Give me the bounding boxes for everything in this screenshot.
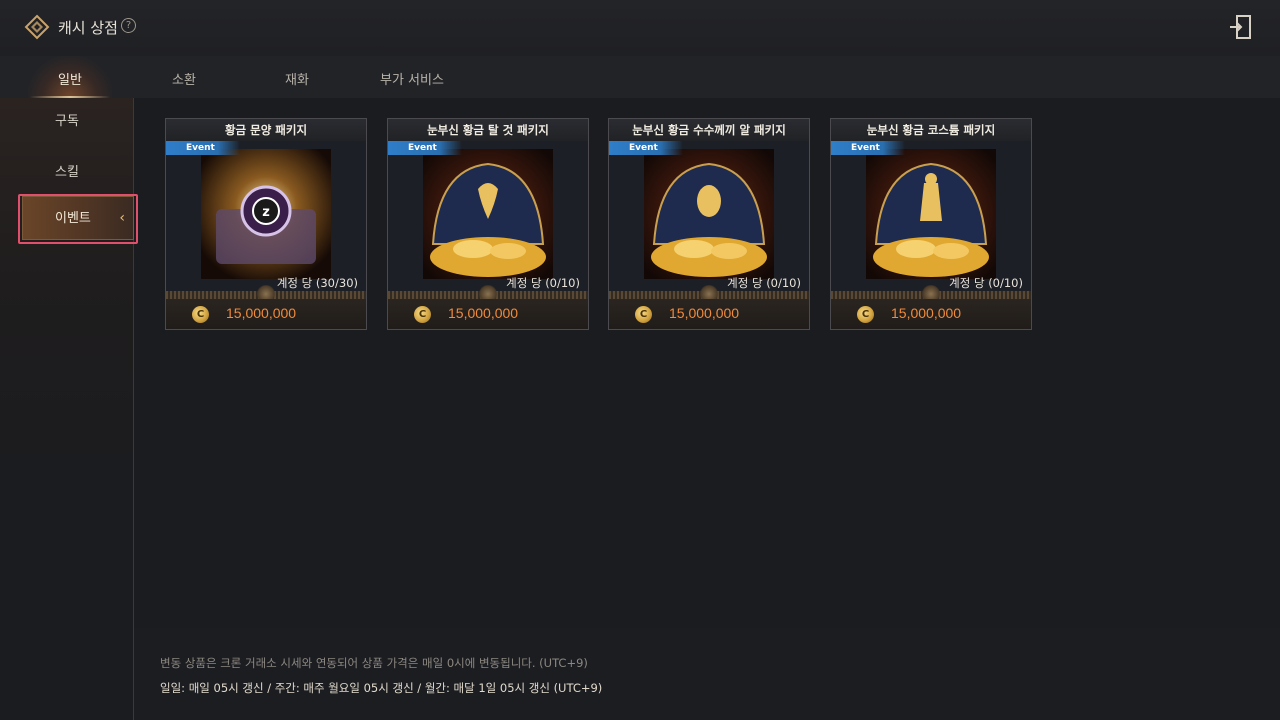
tab-extra-services[interactable]: 부가 서비스: [380, 69, 444, 88]
price-row: C 15,000,000: [831, 299, 1031, 329]
sidebar-item-skill[interactable]: 스킬: [0, 161, 134, 180]
event-badge: Event: [388, 141, 462, 155]
tab-currency[interactable]: 재화: [285, 69, 309, 88]
product-title: 황금 문양 패키지: [166, 119, 366, 141]
product-title: 눈부신 황금 탈 것 패키지: [388, 119, 588, 141]
product-price: 15,000,000: [891, 305, 962, 321]
gold-coins-dragon-image: [423, 149, 553, 279]
exit-door-icon[interactable]: [1228, 14, 1252, 40]
event-badge: Event: [166, 141, 240, 155]
tab-general[interactable]: 일반: [58, 69, 82, 88]
coin-c-icon: C: [192, 306, 209, 323]
tab-summon[interactable]: 소환: [172, 69, 196, 88]
event-badge: Event: [831, 141, 905, 155]
product-card[interactable]: 눈부신 황금 탈 것 패키지 Event 계정 당 (0/10) C 15,00…: [387, 118, 589, 330]
sidebar-item-subscription[interactable]: 구독: [0, 110, 134, 129]
coin-c-icon: C: [857, 306, 874, 323]
sidebar: 구독 스킬 이벤트 ‹: [0, 98, 134, 720]
header-bar: 캐시 상점 ?: [0, 0, 1280, 56]
price-row: C 15,000,000: [388, 299, 588, 329]
refresh-schedule-note: 일일: 매일 05시 갱신 / 주간: 매주 월요일 05시 갱신 / 월간: …: [160, 681, 603, 695]
event-badge: Event: [609, 141, 683, 155]
purchase-limit: 계정 당 (0/10): [506, 276, 580, 290]
purchase-limit: 계정 당 (0/10): [727, 276, 801, 290]
gold-coins-egg-image: [644, 149, 774, 279]
gold-coins-costume-image: [866, 149, 996, 279]
coin-c-icon: C: [635, 306, 652, 323]
product-price: 15,000,000: [226, 305, 297, 321]
coin-c-icon: C: [414, 306, 431, 323]
product-card[interactable]: 눈부신 황금 수수께끼 알 패키지 Event 계정 당 (0/10) C 15…: [608, 118, 810, 330]
product-card[interactable]: 눈부신 황금 코스튬 패키지 Event 계정 당 (0/10) C 15,00…: [830, 118, 1032, 330]
product-title: 눈부신 황금 수수께끼 알 패키지: [609, 119, 809, 141]
price-row: C 15,000,000: [166, 299, 366, 329]
page-title: 캐시 상점: [58, 19, 118, 37]
purchase-limit: 계정 당 (30/30): [276, 276, 358, 290]
purple-emblem-chest-image: z: [201, 149, 331, 279]
product-card[interactable]: 황금 문양 패키지 z Event 계정 당 (30/30) C 15,000,…: [165, 118, 367, 330]
price-fluctuation-note: 변동 상품은 크론 거래소 시세와 연동되어 상품 가격은 매일 0시에 변동됩…: [160, 656, 588, 670]
selection-highlight-frame: [18, 194, 138, 244]
product-price: 15,000,000: [669, 305, 740, 321]
purchase-limit: 계정 당 (0/10): [949, 276, 1023, 290]
question-circle-icon[interactable]: ?: [121, 18, 136, 33]
shop-logo-icon: [24, 14, 50, 40]
product-price: 15,000,000: [448, 305, 519, 321]
notice-panel: 변동 상품은 크론 거래소 시세와 연동되어 상품 가격은 매일 0시에 변동됩…: [134, 628, 1280, 720]
price-row: C 15,000,000: [609, 299, 809, 329]
product-title: 눈부신 황금 코스튬 패키지: [831, 119, 1031, 141]
svg-text:z: z: [262, 205, 270, 220]
